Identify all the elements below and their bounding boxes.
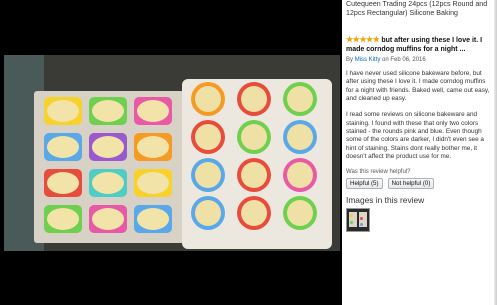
product-title[interactable]: Cutequeen Trading 24pcs (12pcs Round and… (346, 0, 494, 17)
helpful-buttons: Helpful (5) Not helpful (0) (346, 178, 494, 190)
rect-muffin (47, 136, 79, 158)
review-paragraph-1: I have never used silicone bakeware befo… (346, 70, 490, 103)
helpful-yes-button[interactable]: Helpful (5) (346, 178, 383, 190)
by-prefix: By (346, 57, 354, 64)
review-byline: By Miss Kitty on Feb 06, 2016 (346, 56, 494, 64)
rect-muffin (92, 136, 124, 158)
star-rating-icon: ★★★★★ (346, 35, 380, 44)
rect-muffin (47, 172, 79, 194)
helpful-no-button[interactable]: Not helpful (0) (387, 178, 435, 190)
rect-muffin (92, 172, 124, 194)
round-muffin (195, 124, 221, 150)
rect-muffin (137, 208, 169, 230)
rect-muffin (137, 172, 169, 194)
review-date: on Feb 06, 2016 (382, 57, 426, 64)
review-image-thumbnail[interactable] (346, 208, 370, 233)
round-muffin (195, 162, 221, 188)
round-muffin (195, 200, 221, 226)
round-muffin (241, 86, 267, 112)
rect-muffin (47, 208, 79, 230)
round-muffin (195, 86, 221, 112)
rect-muffin (47, 100, 79, 122)
review-paragraph-2: I read some reviews on silicone bakeware… (346, 111, 484, 160)
muffin-photo (4, 55, 340, 251)
images-heading: Images in this review (346, 195, 425, 206)
helpful-question: Was this review helpful? (346, 169, 411, 176)
rect-muffin (137, 100, 169, 122)
round-muffin (287, 86, 313, 112)
round-muffin (241, 162, 267, 188)
rect-muffin (92, 208, 124, 230)
review-headline-row: ★★★★★ but after using these I love it. I… (346, 35, 494, 54)
round-muffin (241, 200, 267, 226)
round-muffin (287, 200, 313, 226)
rect-muffin (137, 136, 169, 158)
review-panel: Cutequeen Trading 24pcs (12pcs Round and… (346, 0, 494, 305)
review-photo (0, 0, 342, 305)
author-link[interactable]: Miss Kitty (355, 57, 381, 63)
review-body: I have never used silicone bakeware befo… (346, 70, 494, 161)
round-muffin (287, 124, 313, 150)
round-muffin (241, 124, 267, 150)
rect-muffin (92, 100, 124, 122)
round-muffin (287, 162, 313, 188)
